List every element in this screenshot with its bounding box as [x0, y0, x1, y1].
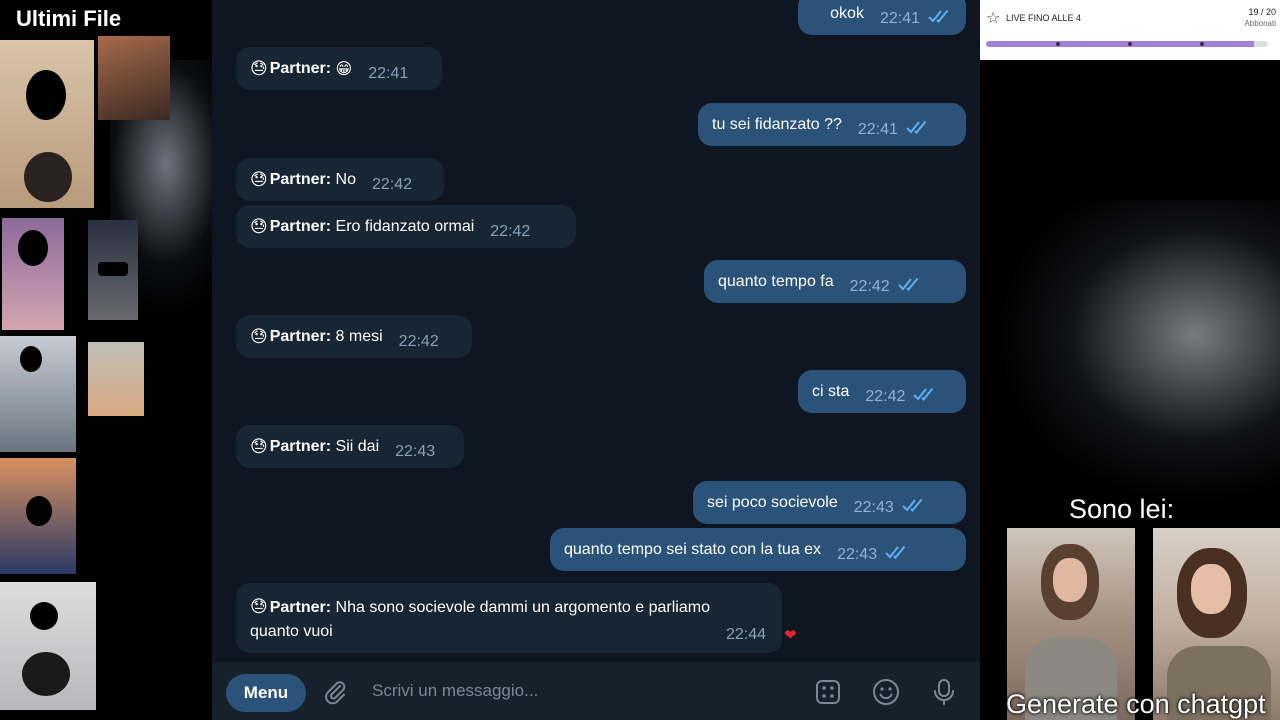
emoji-icon[interactable]: [870, 676, 902, 708]
progress-marker: [1056, 42, 1060, 46]
thumbnail-2: [98, 36, 170, 120]
chat-area[interactable]: okok 22:41 😓 Partner: 😁 22:41 tu sei fid…: [212, 0, 980, 662]
sender-emoji-icon: 😓: [250, 169, 268, 189]
sender-name: Partner:: [269, 59, 332, 77]
smoke-background: [1000, 200, 1280, 500]
message-text: Nha sono socievole dammi un argomento e …: [335, 599, 710, 616]
sender-name: Partner:: [269, 217, 332, 235]
message-incoming: 😓 Partner: Ero fidanzato ormai 22:42: [236, 205, 576, 248]
sender-emoji-icon: 😓: [250, 216, 268, 236]
message-outgoing: okok 22:41: [798, 0, 966, 35]
progress-marker: [1128, 42, 1132, 46]
message-time: 22:43: [837, 545, 878, 563]
thumbnail-3: [2, 218, 64, 330]
right-panel: ☆ LIVE FINO ALLE 4 19 / 20 Abbonati Sono…: [980, 0, 1280, 720]
sender-name: Partner:: [269, 437, 332, 455]
message-incoming: 😓 Partner: Sii dai 22:43: [236, 425, 464, 468]
message-incoming: 😓 Partner: 😁 22:41: [236, 47, 442, 90]
message-text: quanto tempo sei stato con la tua ex: [564, 540, 822, 558]
message-text-continued: quanto vuoi: [250, 623, 333, 640]
progress-marker: [1200, 42, 1204, 46]
heart-reaction-icon[interactable]: ❤: [784, 626, 797, 644]
message-input[interactable]: Scrivi un messaggio...: [372, 681, 538, 701]
live-progress-fill: [986, 41, 1254, 47]
live-title: LIVE FINO ALLE 4: [1006, 13, 1082, 23]
thumbnail-1: [0, 40, 94, 208]
message-incoming: 😓 Partner: 8 mesi 22:42: [236, 315, 472, 358]
message-time: 22:43: [395, 442, 436, 460]
message-time: 22:42: [372, 175, 413, 193]
message-text: Ero fidanzato ormai: [335, 217, 475, 235]
caption-top: Sono lei:: [1069, 494, 1175, 524]
read-check-icon: [913, 387, 937, 406]
message-time: 22:41: [857, 120, 898, 138]
message-time: 22:42: [865, 387, 906, 405]
message-text: Sii dai: [335, 437, 380, 455]
star-icon: ☆: [986, 10, 1001, 27]
message-text: okok: [830, 4, 864, 22]
thumbnail-4: [88, 220, 138, 320]
live-progress-bar: [986, 41, 1268, 47]
sender-emoji-icon: 😓: [250, 58, 268, 78]
message-time: 22:41: [368, 64, 409, 82]
thumbnail-7: [0, 458, 76, 574]
message-text: 8 mesi: [335, 327, 383, 345]
message-incoming: 😓 Partner: No 22:42: [236, 158, 444, 201]
microphone-icon[interactable]: [928, 676, 960, 708]
message-time: 22:42: [849, 277, 890, 295]
left-panel-title: Ultimi File: [16, 6, 122, 31]
attach-icon[interactable]: [320, 676, 352, 708]
read-check-icon: [906, 120, 930, 139]
read-check-icon: [902, 498, 926, 517]
read-check-icon: [928, 9, 952, 28]
left-panel: Ultimi File: [0, 0, 212, 720]
sender-name: Partner:: [269, 170, 332, 188]
message-text: No: [335, 170, 356, 188]
message-time: 22:44: [725, 626, 766, 643]
sender-name: Partner:: [269, 599, 332, 616]
message-time: 22:41: [879, 9, 920, 27]
sender-name: Partner:: [269, 327, 332, 345]
thumbnail-8: [0, 582, 96, 710]
thumbnail-6: [88, 342, 144, 416]
live-goal-widget: ☆ LIVE FINO ALLE 4 19 / 20 Abbonati: [980, 0, 1280, 60]
message-time: 22:42: [398, 332, 439, 350]
caption-bottom: Generate con chatgpt: [1006, 689, 1266, 719]
message-input-bar: Menu Scrivi un messaggio...: [212, 662, 980, 720]
message-text: tu sei fidanzato ??: [712, 115, 842, 133]
message-time: 22:43: [853, 498, 894, 516]
live-subtitle: Abbonati: [1244, 19, 1276, 28]
message-incoming: 😓 Partner: Nha sono socievole dammi un ar…: [236, 583, 782, 653]
message-outgoing: tu sei fidanzato ?? 22:41: [698, 103, 966, 146]
menu-button[interactable]: Menu: [226, 674, 306, 712]
read-check-icon: [897, 277, 922, 296]
keyboard-grid-icon[interactable]: [812, 676, 844, 708]
live-count: 19 / 20: [1248, 7, 1276, 17]
message-text: 😁: [335, 60, 353, 78]
message-text: quanto tempo fa: [718, 272, 834, 290]
sender-emoji-icon: 😓: [250, 597, 268, 616]
message-time: 22:42: [490, 222, 531, 240]
read-check-icon: [885, 545, 909, 564]
message-outgoing: sei poco socievole 22:43: [693, 481, 966, 524]
thumbnail-5: [0, 336, 76, 452]
message-outgoing: quanto tempo sei stato con la tua ex 22:…: [550, 528, 966, 571]
sender-emoji-icon: 😓: [250, 326, 268, 346]
message-outgoing: quanto tempo fa 22:42: [704, 260, 966, 303]
sender-emoji-icon: 😓: [250, 436, 268, 456]
message-text: sei poco socievole: [707, 493, 838, 511]
message-text: ci sta: [812, 382, 850, 400]
message-outgoing: ci sta 22:42: [798, 370, 966, 413]
